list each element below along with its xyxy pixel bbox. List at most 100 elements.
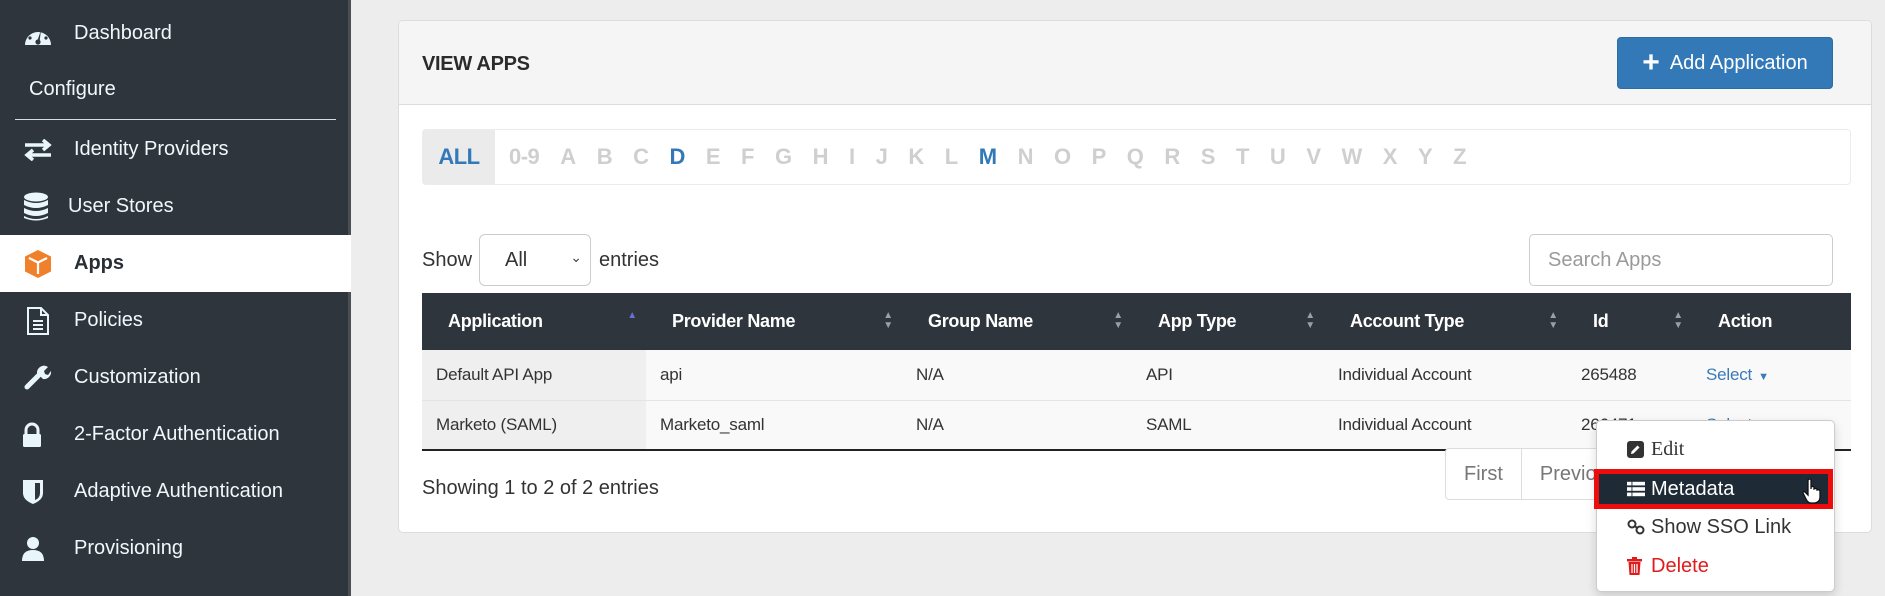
cell-account-type: Individual Account xyxy=(1338,364,1472,384)
sort-icon: ▲ ▼ xyxy=(1548,310,1558,331)
sidebar-item-label: 2-Factor Authentication xyxy=(74,423,280,445)
column-header-provider-name[interactable]: Provider Name ▲ ▼ xyxy=(646,293,902,350)
alpha-filter-b[interactable]: B xyxy=(597,144,613,170)
alpha-filter-a[interactable]: A xyxy=(560,144,576,170)
alpha-filter-d[interactable]: D xyxy=(669,144,685,170)
menu-item-metadata[interactable]: Metadata xyxy=(1594,469,1833,509)
alpha-filter-t[interactable]: T xyxy=(1236,144,1249,170)
pager-first-button[interactable]: First xyxy=(1446,449,1522,499)
alpha-filter-p[interactable]: P xyxy=(1092,144,1107,170)
alpha-filter-u[interactable]: U xyxy=(1270,144,1286,170)
column-label: Provider Name xyxy=(672,311,796,331)
column-label: Group Name xyxy=(928,311,1034,331)
sidebar-item-adaptive-auth[interactable]: Adaptive Authentication xyxy=(0,463,351,520)
cell-application: Default API App xyxy=(422,350,646,400)
shield-icon xyxy=(20,477,56,507)
alpha-filter-l[interactable]: L xyxy=(945,144,958,170)
alpha-filter-k[interactable]: K xyxy=(908,144,924,170)
alpha-filter-i[interactable]: I xyxy=(849,144,855,170)
menu-item-label: Metadata xyxy=(1651,477,1735,500)
column-label: Id xyxy=(1593,311,1609,331)
select-action-dropdown[interactable]: Select ▼ xyxy=(1692,350,1851,400)
menu-item-label: Edit xyxy=(1651,437,1685,460)
lock-icon xyxy=(20,420,56,450)
link-icon xyxy=(1627,519,1645,535)
alpha-filter-j[interactable]: J xyxy=(876,144,888,170)
sort-icon: ▲ ▼ xyxy=(1113,310,1123,331)
document-icon xyxy=(20,306,56,336)
cell-account-type: Individual Account xyxy=(1338,414,1472,434)
sidebar-item-2fa[interactable]: 2-Factor Authentication xyxy=(0,406,351,463)
sidebar-item-dashboard[interactable]: Dashboard xyxy=(0,5,351,62)
edit-icon xyxy=(1627,440,1645,458)
alpha-filter-n[interactable]: N xyxy=(1018,144,1034,170)
column-header-action: Action xyxy=(1692,293,1851,350)
alpha-filter-h[interactable]: H xyxy=(813,144,829,170)
sort-icon: ▲ ▼ xyxy=(1305,310,1315,331)
alpha-filter-c[interactable]: C xyxy=(633,144,649,170)
sidebar-item-provisioning[interactable]: Provisioning xyxy=(0,520,351,577)
search-apps-input[interactable] xyxy=(1529,234,1833,286)
database-icon xyxy=(18,192,54,222)
column-label: Application xyxy=(448,311,543,331)
show-label: Show xyxy=(422,249,473,271)
add-application-button[interactable]: + Add Application xyxy=(1617,37,1833,89)
action-dropdown-menu: Edit Metadata Show SSO Link Delete xyxy=(1594,420,1835,592)
sidebar-item-apps[interactable]: Apps xyxy=(0,235,351,292)
alpha-filter-x[interactable]: X xyxy=(1383,144,1398,170)
sidebar-item-label: Apps xyxy=(74,252,124,274)
panel-header: VIEW APPS + Add Application xyxy=(399,21,1871,105)
menu-item-edit[interactable]: Edit xyxy=(1597,430,1834,468)
select-label: Select xyxy=(1706,364,1753,384)
alpha-filter-z[interactable]: Z xyxy=(1453,144,1466,170)
sort-icon: ▲ ▼ xyxy=(1673,310,1683,331)
alpha-filter-y[interactable]: Y xyxy=(1418,144,1433,170)
sort-asc-icon: ▲ xyxy=(627,310,637,321)
page-title: VIEW APPS xyxy=(422,53,530,75)
caret-down-icon: ▼ xyxy=(1758,370,1769,383)
cell-provider: api xyxy=(660,364,683,384)
alphabet-filter: ALL 0-9 A B C D E F G H I J K L M N O P Q R S T U V W X Y Z xyxy=(422,129,1851,185)
sidebar-item-identity-providers[interactable]: Identity Providers xyxy=(0,121,351,178)
sidebar-item-policies[interactable]: Policies xyxy=(0,292,351,349)
alpha-filter-r[interactable]: R xyxy=(1164,144,1180,170)
alpha-filter-all[interactable]: ALL xyxy=(423,130,495,184)
alpha-filter-s[interactable]: S xyxy=(1201,144,1216,170)
menu-item-show-sso-link[interactable]: Show SSO Link xyxy=(1597,508,1834,546)
add-application-label: Add Application xyxy=(1669,51,1808,74)
column-header-id[interactable]: Id ▲ ▼ xyxy=(1567,293,1692,350)
showing-entries-info: Showing 1 to 2 of 2 entries xyxy=(422,477,659,499)
cell-app-type: SAML xyxy=(1146,414,1192,434)
column-header-app-type[interactable]: App Type ▲ ▼ xyxy=(1132,293,1324,350)
alpha-filter-o[interactable]: O xyxy=(1054,144,1071,170)
section-label-configure: Configure xyxy=(29,78,116,100)
column-header-account-type[interactable]: Account Type ▲ ▼ xyxy=(1324,293,1567,350)
user-icon xyxy=(20,534,56,564)
cell-app-type: API xyxy=(1146,364,1173,384)
cell-group: N/A xyxy=(916,414,944,434)
sidebar: Dashboard Configure Identity Providers U… xyxy=(0,0,351,596)
sidebar-item-label: Policies xyxy=(74,309,143,331)
alpha-filter-0-9[interactable]: 0-9 xyxy=(509,144,540,170)
column-header-application[interactable]: Application ▲ xyxy=(422,293,646,350)
alpha-filter-q[interactable]: Q xyxy=(1127,144,1144,170)
menu-item-label: Show SSO Link xyxy=(1651,515,1792,538)
entries-label: entries xyxy=(599,249,660,271)
alpha-filter-v[interactable]: V xyxy=(1306,144,1321,170)
alpha-filter-e[interactable]: E xyxy=(706,144,721,170)
alpha-filter-f[interactable]: F xyxy=(741,144,754,170)
menu-item-delete[interactable]: Delete xyxy=(1597,547,1834,585)
alpha-filter-m[interactable]: M xyxy=(979,144,997,170)
alpha-filter-w[interactable]: W xyxy=(1342,144,1363,170)
entries-per-page-select[interactable]: All ⌄ xyxy=(479,234,591,286)
column-header-group-name[interactable]: Group Name ▲ ▼ xyxy=(902,293,1132,350)
sidebar-item-label: Provisioning xyxy=(74,537,183,559)
alpha-filter-g[interactable]: G xyxy=(775,144,792,170)
sidebar-item-user-stores[interactable]: User Stores xyxy=(0,178,351,235)
table-header-row: Application ▲ Provider Name ▲ ▼ Group Name ▲… xyxy=(422,293,1851,350)
sidebar-item-label: Dashboard xyxy=(74,22,172,44)
sidebar-item-customization[interactable]: Customization xyxy=(0,349,351,406)
table-row: Default API App api N/A API Individual A… xyxy=(422,350,1851,400)
chevron-down-icon: ⌄ xyxy=(570,249,582,265)
sidebar-item-label: Customization xyxy=(74,366,201,388)
